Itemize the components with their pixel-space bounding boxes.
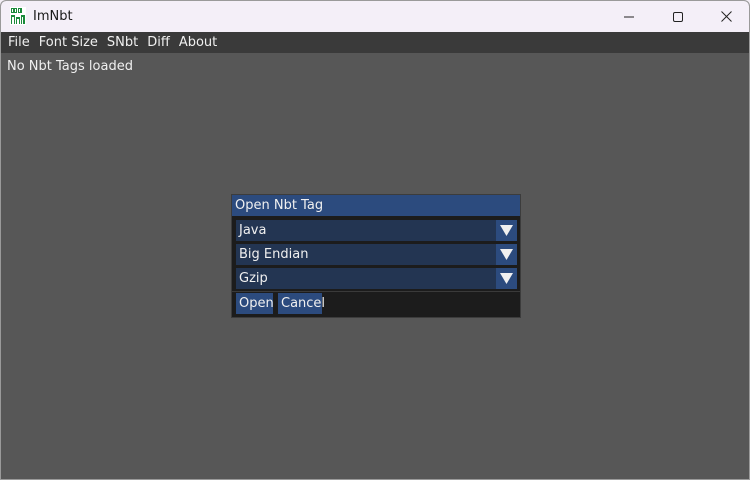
close-button[interactable] (703, 1, 749, 32)
maximize-button[interactable] (655, 1, 701, 32)
close-icon (720, 11, 732, 22)
dialog-title[interactable]: Open Nbt Tag (232, 195, 520, 216)
endian-dropdown-button[interactable] (496, 244, 517, 265)
triangle-down-icon (500, 249, 513, 260)
menu-font-size[interactable]: Font Size (33, 32, 101, 53)
open-nbt-dialog: Open Nbt Tag Java Big Endian Gzip Open C… (231, 194, 521, 318)
menu-file[interactable]: File (2, 32, 33, 53)
maximize-icon (673, 11, 683, 22)
edition-dropdown-button[interactable] (496, 220, 517, 241)
menu-snbt[interactable]: SNbt (101, 32, 141, 53)
triangle-down-icon (500, 225, 513, 236)
edition-select-value: Java (239, 223, 267, 238)
cancel-button[interactable]: Cancel (278, 293, 325, 314)
dialog-separator (232, 291, 520, 292)
minimize-icon (624, 16, 634, 17)
menu-diff[interactable]: Diff (141, 32, 173, 53)
open-button[interactable]: Open (236, 293, 274, 314)
menu-bar: File Font Size SNbt Diff About (1, 32, 749, 53)
app-window: ImNbt File Font Size SNbt Diff About No … (0, 0, 750, 480)
compression-select[interactable]: Gzip (236, 268, 517, 289)
endian-select-value: Big Endian (239, 247, 309, 262)
status-text: No Nbt Tags loaded (7, 59, 133, 74)
triangle-down-icon (500, 273, 513, 284)
endian-select[interactable]: Big Endian (236, 244, 517, 265)
minimize-button[interactable] (606, 1, 652, 32)
menu-about[interactable]: About (173, 32, 220, 53)
edition-select[interactable]: Java (236, 220, 517, 241)
window-title: ImNbt (33, 9, 73, 24)
nbt-logo-icon (10, 7, 26, 25)
title-bar[interactable]: ImNbt (1, 1, 749, 32)
compression-select-value: Gzip (239, 271, 268, 286)
compression-dropdown-button[interactable] (496, 268, 517, 289)
